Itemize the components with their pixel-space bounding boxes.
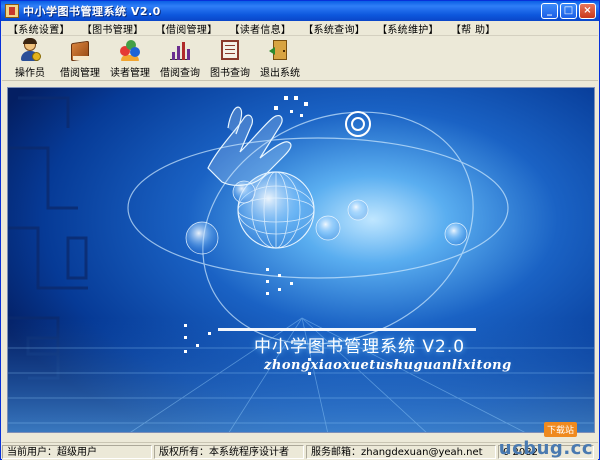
- title-bar[interactable]: 中小学图书管理系统 V2.0 _ □ ×: [1, 1, 599, 21]
- toolbar-borrow-query-button[interactable]: 借阅查询: [158, 36, 202, 79]
- chart-query-icon: [168, 38, 192, 62]
- toolbar-reader-management-button[interactable]: 读者管理: [108, 36, 152, 79]
- menu-borrow-management[interactable]: 【借阅管理】: [150, 21, 224, 36]
- window-title: 中小学图书管理系统 V2.0: [23, 5, 161, 18]
- menu-system-query[interactable]: 【系统查询】: [297, 21, 371, 36]
- menu-bar: 【系统设置】 【图书管理】 【借阅管理】 【读者信息】 【系统查询】 【系统维护…: [2, 21, 598, 36]
- menu-system-settings[interactable]: 【系统设置】: [2, 21, 76, 36]
- toolbar-label: 退出系统: [260, 68, 300, 79]
- banner-artwork: [8, 88, 594, 432]
- book-borrow-icon: [68, 38, 92, 62]
- status-current-user: 当前用户：超级用户: [2, 444, 152, 459]
- book-query-icon: [218, 38, 242, 62]
- menu-help[interactable]: 【帮 助】: [445, 21, 502, 36]
- maximize-button[interactable]: □: [560, 3, 577, 19]
- menu-reader-info[interactable]: 【读者信息】: [223, 21, 297, 36]
- toolbar-operator-button[interactable]: 操作员: [8, 36, 52, 79]
- toolbar-label: 借阅查询: [160, 68, 200, 79]
- watermark-text: ucbug.cc: [498, 438, 593, 459]
- toolbar-label: 借阅管理: [60, 68, 100, 79]
- menu-book-management[interactable]: 【图书管理】: [76, 21, 150, 36]
- exit-door-icon: [268, 38, 292, 62]
- menu-system-maintenance[interactable]: 【系统维护】: [371, 21, 445, 36]
- minimize-button[interactable]: _: [541, 3, 558, 19]
- toolbar-label: 读者管理: [110, 68, 150, 79]
- banner-subtitle: zhongxiaoxuetushuguanlixitong: [264, 358, 512, 373]
- status-copyright: 版权所有：本系统程序设计者: [154, 444, 304, 459]
- status-email: 服务邮箱：zhangdexuan@yeah.net: [306, 444, 496, 459]
- app-window: 中小学图书管理系统 V2.0 _ □ × 【系统设置】 【图书管理】 【借阅管理…: [0, 0, 600, 460]
- banner-title: 中小学图书管理系统 V2.0: [254, 337, 466, 357]
- toolbar-book-query-button[interactable]: 图书查询: [208, 36, 252, 79]
- window-controls: _ □ ×: [541, 3, 596, 19]
- operator-icon: [18, 38, 42, 62]
- app-icon: [5, 4, 19, 18]
- readers-icon: [118, 38, 142, 62]
- close-button[interactable]: ×: [579, 3, 596, 19]
- toolbar-label: 图书查询: [210, 68, 250, 79]
- watermark-badge: 下载站: [543, 422, 577, 437]
- toolbar-label: 操作员: [15, 68, 45, 79]
- toolbar: 操作员 借阅管理 读者管理 借阅查询 图书查询 退出系统: [2, 36, 598, 81]
- toolbar-borrow-management-button[interactable]: 借阅管理: [58, 36, 102, 79]
- toolbar-exit-button[interactable]: 退出系统: [258, 36, 302, 79]
- splash-banner: 中小学图书管理系统 V2.0 zhongxiaoxuetushuguanlixi…: [7, 87, 595, 433]
